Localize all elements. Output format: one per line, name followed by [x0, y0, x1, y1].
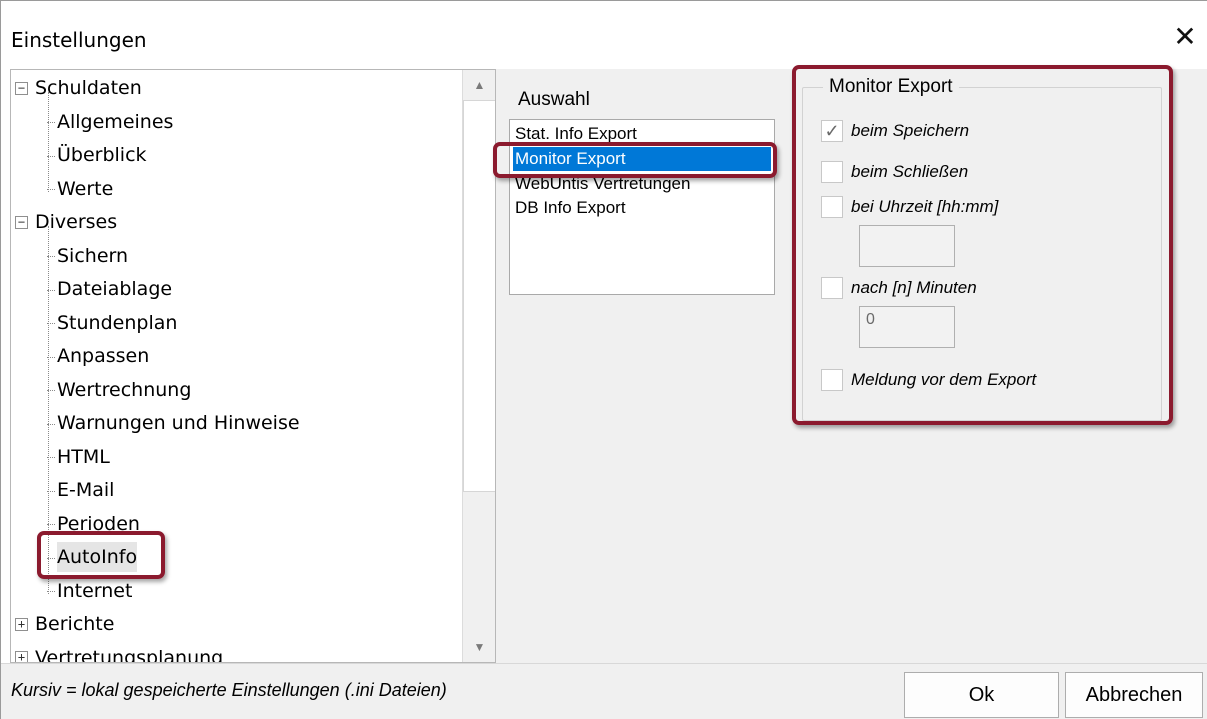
minuten-input[interactable]: 0: [859, 306, 955, 348]
tree-connector: [47, 591, 55, 592]
checkbox-meldung[interactable]: [821, 369, 843, 391]
tree-item-internet[interactable]: Internet: [57, 576, 132, 606]
tree-item-sichern[interactable]: Sichern: [57, 241, 128, 271]
tree-connector: [47, 256, 55, 257]
option-nach-minuten[interactable]: nach [n] Minuten: [821, 275, 977, 301]
monitor-export-group: Monitor Export ✓ beim Speichern beim Sch…: [802, 76, 1162, 421]
tree-connector: [47, 156, 55, 157]
tree-connector: [47, 424, 55, 425]
tree-connector: [48, 226, 49, 594]
label-beim-speichern: beim Speichern: [851, 121, 970, 140]
tree-item-email[interactable]: E-Mail: [57, 475, 114, 505]
title-bar: Einstellungen ✕: [1, 1, 1207, 69]
tree-item-stundenplan[interactable]: Stundenplan: [57, 308, 177, 338]
tree-connector: [47, 390, 55, 391]
group-title: Monitor Export: [823, 76, 959, 98]
tree-connector: [47, 457, 55, 458]
auswahl-label: Auswahl: [518, 89, 590, 110]
tree-item-autoinfo[interactable]: AutoInfo: [57, 542, 138, 572]
option-meldung[interactable]: Meldung vor dem Export: [821, 367, 1036, 393]
tree-item-vertretungsplanung[interactable]: Vertretungsplanung: [35, 643, 223, 662]
list-item-db-info[interactable]: DB Info Export: [513, 196, 626, 220]
tree-item-dateiablage[interactable]: Dateiablage: [57, 274, 172, 304]
checkbox-beim-schliessen[interactable]: [821, 161, 843, 183]
tree-connector: [47, 290, 55, 291]
tree-item-diverses[interactable]: Diverses: [35, 207, 117, 237]
dialog-footer: Kursiv = lokal gespeicherte Einstellunge…: [1, 663, 1207, 719]
expand-icon[interactable]: +: [15, 618, 28, 631]
uhrzeit-input[interactable]: [859, 225, 955, 267]
option-beim-schliessen[interactable]: beim Schließen: [821, 159, 968, 185]
tree-connector: [47, 558, 55, 559]
tree-item-allgemeines[interactable]: Allgemeines: [57, 107, 173, 137]
settings-tree: − Schuldaten Allgemeines Überblick Werte…: [11, 70, 461, 662]
tree-item-werte[interactable]: Werte: [57, 174, 113, 204]
checkbox-beim-speichern[interactable]: ✓: [821, 120, 843, 142]
window-title: Einstellungen: [11, 28, 147, 52]
tree-item-berichte[interactable]: Berichte: [35, 609, 114, 639]
close-icon[interactable]: ✕: [1170, 23, 1200, 53]
scroll-down-icon[interactable]: ▼: [463, 632, 495, 662]
list-item-monitor-export[interactable]: Monitor Export: [513, 147, 771, 171]
tree-item-anpassen[interactable]: Anpassen: [57, 341, 149, 371]
settings-dialog: Einstellungen ✕ − Schuldaten Allgemeines…: [0, 0, 1207, 719]
label-beim-schliessen: beim Schließen: [851, 162, 969, 181]
tree-connector: [47, 491, 55, 492]
collapse-icon[interactable]: −: [15, 216, 28, 229]
tree-connector: [47, 189, 55, 190]
footer-note: Kursiv = lokal gespeicherte Einstellunge…: [11, 680, 447, 700]
tree-item-wertrechnung[interactable]: Wertrechnung: [57, 375, 191, 405]
ok-button[interactable]: Ok: [904, 672, 1059, 718]
settings-tree-panel: − Schuldaten Allgemeines Überblick Werte…: [10, 69, 496, 663]
checkbox-nach-minuten[interactable]: [821, 277, 843, 299]
tree-connector: [47, 323, 55, 324]
label-nach-minuten: nach [n] Minuten: [851, 278, 977, 297]
list-item-webuntis[interactable]: WebUntis Vertretungen: [513, 172, 690, 196]
collapse-icon[interactable]: −: [15, 82, 28, 95]
checkbox-bei-uhrzeit[interactable]: [821, 196, 843, 218]
scroll-thumb[interactable]: [463, 100, 495, 492]
tree-connector: [48, 92, 49, 192]
tree-scrollbar[interactable]: ▲ ▼: [462, 70, 495, 662]
tree-connector: [47, 122, 55, 123]
option-beim-speichern[interactable]: ✓ beim Speichern: [821, 118, 969, 144]
expand-icon[interactable]: +: [15, 651, 28, 662]
tree-item-perioden[interactable]: Perioden: [57, 509, 140, 539]
tree-item-warnungen[interactable]: Warnungen und Hinweise: [57, 408, 300, 438]
scroll-up-icon[interactable]: ▲: [463, 70, 495, 100]
settings-content: Auswahl Stat. Info Export Monitor Export…: [496, 69, 1207, 663]
label-meldung: Meldung vor dem Export: [851, 370, 1037, 389]
option-bei-uhrzeit[interactable]: bei Uhrzeit [hh:mm]: [821, 194, 998, 220]
checkmark-icon: ✓: [824, 120, 840, 141]
cancel-button[interactable]: Abbrechen: [1065, 672, 1203, 718]
tree-item-ueberblick[interactable]: Überblick: [57, 140, 147, 170]
list-item-stat-info[interactable]: Stat. Info Export: [513, 122, 637, 146]
tree-item-schuldaten[interactable]: Schuldaten: [35, 73, 142, 103]
tree-connector: [47, 357, 55, 358]
tree-item-html[interactable]: HTML: [57, 442, 110, 472]
label-bei-uhrzeit: bei Uhrzeit [hh:mm]: [851, 197, 999, 216]
tree-connector: [47, 524, 55, 525]
auswahl-listbox[interactable]: Stat. Info Export Monitor Export WebUnti…: [509, 119, 775, 295]
